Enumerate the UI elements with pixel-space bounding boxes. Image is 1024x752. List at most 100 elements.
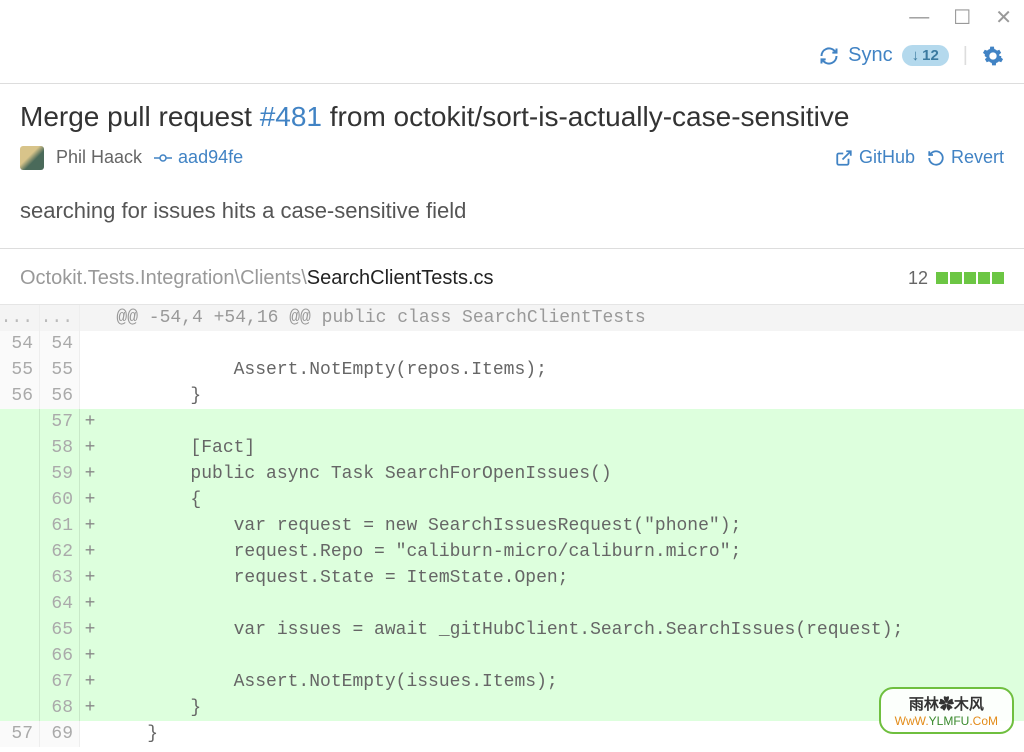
diff-line: ...... @@ -54,4 +54,16 @@ public class S… bbox=[0, 305, 1024, 331]
diff-line: 5769 } bbox=[0, 721, 1024, 747]
new-line-number: 59 bbox=[40, 461, 80, 487]
old-line-number: 57 bbox=[0, 721, 40, 747]
new-line-number: ... bbox=[40, 305, 80, 331]
old-line-number bbox=[0, 435, 40, 461]
old-line-number bbox=[0, 513, 40, 539]
diff-line: 5454 bbox=[0, 331, 1024, 357]
window-titlebar: — ☐ ✕ bbox=[0, 0, 1024, 34]
diff-line: 64+ bbox=[0, 591, 1024, 617]
new-line-number: 67 bbox=[40, 669, 80, 695]
sync-button[interactable]: Sync ↓ 12 bbox=[819, 44, 949, 67]
code-content bbox=[100, 409, 1024, 435]
new-line-number: 61 bbox=[40, 513, 80, 539]
maximize-button[interactable]: ☐ bbox=[953, 5, 971, 30]
commit-title-prefix: Merge pull request bbox=[20, 101, 260, 132]
code-content: public async Task SearchForOpenIssues() bbox=[100, 461, 1024, 487]
commit-title-suffix: from octokit/sort-is-actually-case-sensi… bbox=[322, 101, 849, 132]
diff-sign: + bbox=[80, 409, 100, 435]
revert-label: Revert bbox=[951, 147, 1004, 168]
commit-meta-row: Phil Haack aad94fe GitHub Revert bbox=[20, 146, 1004, 170]
old-line-number: 56 bbox=[0, 383, 40, 409]
diff-line: 68+ } bbox=[0, 695, 1024, 721]
code-content bbox=[100, 591, 1024, 617]
author-name[interactable]: Phil Haack bbox=[56, 147, 142, 168]
revert-icon bbox=[927, 149, 945, 167]
diff-line: 57+ bbox=[0, 409, 1024, 435]
open-on-github-link[interactable]: GitHub bbox=[835, 147, 915, 168]
new-line-number: 55 bbox=[40, 357, 80, 383]
old-line-number bbox=[0, 695, 40, 721]
pull-request-link[interactable]: #481 bbox=[260, 101, 322, 132]
diff-sign: + bbox=[80, 695, 100, 721]
code-content: var issues = await _gitHubClient.Search.… bbox=[100, 617, 1024, 643]
old-line-number: 55 bbox=[0, 357, 40, 383]
code-content bbox=[100, 643, 1024, 669]
diff-sign: + bbox=[80, 565, 100, 591]
watermark-title: 雨林✿木风 bbox=[895, 693, 998, 714]
diff-line: 66+ bbox=[0, 643, 1024, 669]
commit-sha-link[interactable]: aad94fe bbox=[154, 147, 243, 168]
old-line-number bbox=[0, 617, 40, 643]
code-content bbox=[100, 331, 1024, 357]
minimize-button[interactable]: — bbox=[909, 6, 929, 29]
new-line-number: 62 bbox=[40, 539, 80, 565]
code-content: { bbox=[100, 487, 1024, 513]
commit-dot-icon bbox=[154, 152, 172, 164]
close-button[interactable]: ✕ bbox=[995, 5, 1012, 30]
diff-sign: + bbox=[80, 669, 100, 695]
old-line-number bbox=[0, 409, 40, 435]
diff-line: 59+ public async Task SearchForOpenIssue… bbox=[0, 461, 1024, 487]
old-line-number bbox=[0, 591, 40, 617]
old-line-number bbox=[0, 461, 40, 487]
commit-title: Merge pull request #481 from octokit/sor… bbox=[20, 98, 1004, 136]
file-path-name: SearchClientTests.cs bbox=[307, 267, 494, 289]
commit-sha: aad94fe bbox=[178, 147, 243, 168]
diff-sign bbox=[80, 721, 100, 747]
diff-sign bbox=[80, 357, 100, 383]
sync-count: 12 bbox=[922, 47, 939, 64]
new-line-number: 65 bbox=[40, 617, 80, 643]
code-content: @@ -54,4 +54,16 @@ public class SearchCl… bbox=[80, 305, 1024, 331]
top-toolbar: Sync ↓ 12 | bbox=[0, 34, 1024, 84]
diff-sign: + bbox=[80, 461, 100, 487]
code-content: Assert.NotEmpty(repos.Items); bbox=[100, 357, 1024, 383]
diff-line-count: 12 bbox=[908, 268, 928, 289]
new-line-number: 66 bbox=[40, 643, 80, 669]
diff-sign: + bbox=[80, 539, 100, 565]
code-content: } bbox=[100, 383, 1024, 409]
revert-button[interactable]: Revert bbox=[927, 147, 1004, 168]
diff-line: 67+ Assert.NotEmpty(issues.Items); bbox=[0, 669, 1024, 695]
diff-line: 58+ [Fact] bbox=[0, 435, 1024, 461]
github-label: GitHub bbox=[859, 147, 915, 168]
diff-line: 62+ request.Repo = "caliburn-micro/calib… bbox=[0, 539, 1024, 565]
new-line-number: 64 bbox=[40, 591, 80, 617]
diff-sign: + bbox=[80, 591, 100, 617]
new-line-number: 63 bbox=[40, 565, 80, 591]
code-content: var request = new SearchIssuesRequest("p… bbox=[100, 513, 1024, 539]
code-content: request.State = ItemState.Open; bbox=[100, 565, 1024, 591]
commit-header: Merge pull request #481 from octokit/sor… bbox=[0, 84, 1024, 180]
file-path[interactable]: Octokit.Tests.Integration\Clients\Search… bbox=[20, 267, 494, 290]
diff-line: 60+ { bbox=[0, 487, 1024, 513]
new-line-number: 56 bbox=[40, 383, 80, 409]
diff-sign: + bbox=[80, 643, 100, 669]
file-header: Octokit.Tests.Integration\Clients\Search… bbox=[0, 249, 1024, 305]
old-line-number bbox=[0, 669, 40, 695]
old-line-number bbox=[0, 487, 40, 513]
sync-label: Sync bbox=[848, 44, 892, 67]
watermark-url: WwW.YLMFU.CoM bbox=[895, 714, 998, 728]
gear-icon[interactable] bbox=[982, 45, 1004, 67]
diff-line: 61+ var request = new SearchIssuesReques… bbox=[0, 513, 1024, 539]
avatar[interactable] bbox=[20, 146, 44, 170]
old-line-number: 54 bbox=[0, 331, 40, 357]
new-line-number: 68 bbox=[40, 695, 80, 721]
old-line-number bbox=[0, 643, 40, 669]
diff-sign: + bbox=[80, 617, 100, 643]
old-line-number: ... bbox=[0, 305, 40, 331]
diff-sign: + bbox=[80, 487, 100, 513]
commit-description: searching for issues hits a case-sensiti… bbox=[0, 180, 1024, 249]
watermark-overlay: 雨林✿木风 WwW.YLMFU.CoM bbox=[879, 687, 1014, 734]
diff-line: 63+ request.State = ItemState.Open; bbox=[0, 565, 1024, 591]
toolbar-divider: | bbox=[963, 44, 968, 67]
diff-sign bbox=[80, 331, 100, 357]
